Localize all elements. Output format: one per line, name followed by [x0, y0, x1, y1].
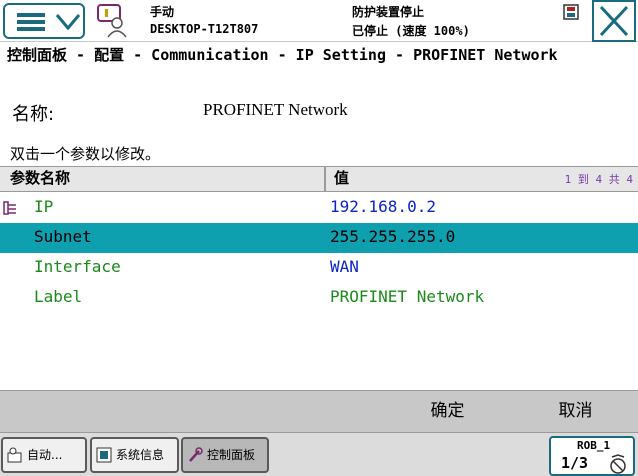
column-header-name[interactable]: 参数名称 [0, 167, 326, 191]
row-name: Label [34, 287, 83, 306]
row-name: Subnet [34, 227, 92, 246]
table-row-subnet[interactable]: Subnet 255.255.255.0 [0, 223, 638, 253]
row-name: Interface [34, 257, 121, 276]
name-value: PROFINET Network [203, 100, 348, 119]
name-label: 名称: [12, 104, 55, 125]
column-header-value[interactable]: 值 [334, 167, 349, 191]
parameter-icon [3, 201, 16, 215]
table-row-interface[interactable]: Interface WAN [0, 253, 638, 283]
operating-mode: 手动 [150, 5, 175, 19]
user-status-icon[interactable] [96, 3, 132, 39]
robot-motion-icon [610, 454, 626, 474]
status-indicator-icon [563, 4, 579, 20]
main-menu-button[interactable] [3, 3, 85, 39]
table-header: 参数名称 值 1 到 4 共 4 [0, 166, 638, 192]
row-value: 255.255.255.0 [330, 227, 456, 246]
taskbar-item-system-info[interactable]: 系统信息 [90, 437, 179, 473]
action-bar: 确定 取消 [0, 390, 638, 432]
controller-host: DESKTOP-T12T807 [150, 22, 259, 36]
row-name: IP [34, 197, 54, 216]
taskbar-item-label: 控制面板 [207, 448, 256, 462]
system-info-icon [96, 447, 112, 463]
taskbar-item-label: 自动... [27, 448, 63, 462]
safety-state: 防护装置停止 [352, 5, 425, 19]
taskbar-item-auto[interactable]: 自动... [1, 437, 87, 473]
row-value: 192.168.0.2 [330, 197, 436, 216]
robot-fraction: 1/3 [561, 454, 589, 472]
taskbar-item-control-panel[interactable]: 控制面板 [181, 437, 269, 473]
taskbar-item-label: 系统信息 [116, 448, 165, 462]
robot-name: ROB_1 [577, 439, 611, 452]
control-panel-icon [189, 447, 203, 462]
robot-status-button[interactable]: ROB_1 1/3 [549, 436, 635, 476]
taskbar: 自动... 系统信息 控制面板 ROB_1 1/3 [0, 432, 638, 476]
row-value: WAN [330, 257, 359, 276]
chevron-down-icon [55, 14, 81, 31]
table-row-ip[interactable]: IP 192.168.0.2 [0, 193, 638, 223]
row-value: PROFINET Network [330, 287, 485, 306]
edit-hint: 双击一个参数以修改。 [10, 145, 161, 163]
close-icon [599, 5, 629, 37]
table-row-label[interactable]: Label PROFINET Network [0, 283, 638, 313]
top-bar: 手动 DESKTOP-T12T807 防护装置停止 已停止 (速度 100%) [0, 0, 638, 42]
hamburger-icon [17, 13, 45, 31]
pager-count: 1 到 4 共 4 [564, 173, 633, 186]
ok-button[interactable]: 确定 [400, 391, 495, 433]
auto-window-icon [7, 447, 22, 463]
parameter-table: IP 192.168.0.2 Subnet 255.255.255.0 Inte… [0, 193, 638, 390]
cancel-button[interactable]: 取消 [528, 391, 623, 433]
speed-status: 已停止 (速度 100%) [352, 24, 470, 38]
close-button[interactable] [592, 0, 636, 42]
breadcrumb: 控制面板 - 配置 - Communication - IP Setting -… [7, 46, 558, 64]
